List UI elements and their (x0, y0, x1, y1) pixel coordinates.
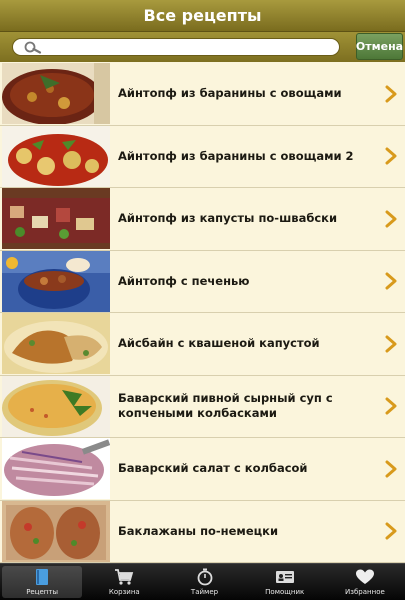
recipe-row[interactable]: Айнтопф из баранины с овощами (0, 63, 405, 126)
sausage-salad-plate-image (2, 438, 110, 500)
tab-label: Корзина (108, 588, 140, 596)
contact-card-icon (275, 571, 294, 583)
tab-cart[interactable]: Корзина (84, 564, 164, 600)
recipe-list[interactable]: Айнтопф из баранины с овощами Айнтопф из… (0, 63, 405, 563)
chevron-right-icon (385, 335, 397, 353)
recipe-title: Айнтопф из капусты по-швабски (118, 211, 338, 226)
recipe-title: Баварский салат с колбасой (118, 461, 308, 476)
search-icon (24, 41, 42, 54)
tab-label: Помощник (265, 588, 305, 596)
stew-vegetables-dish-image (2, 125, 110, 187)
recipe-row[interactable]: Баварский пивной сырный суп с копчеными … (0, 375, 405, 438)
cancel-button[interactable]: Отмена (356, 33, 403, 60)
timer-icon (197, 568, 212, 586)
cabbage-stew-dish-image (2, 188, 110, 250)
chevron-right-icon (385, 460, 397, 478)
search-field[interactable] (12, 38, 340, 56)
tab-label: Таймер (190, 588, 219, 596)
page-title: Все рецепты (143, 6, 262, 25)
book-icon (36, 569, 49, 585)
search-bar (0, 32, 405, 62)
cart-icon (115, 569, 134, 585)
tab-bar: Рецепты Корзина Таймер Помощник Избранно… (0, 563, 405, 600)
recipe-row[interactable]: Айнтопф с печенью (0, 250, 405, 313)
baked-eggplant-dish-image (2, 500, 110, 562)
liver-stew-pot-image (2, 250, 110, 312)
recipe-row[interactable]: Айнтопф из баранины с овощами 2 (0, 125, 405, 188)
chevron-right-icon (385, 210, 397, 228)
recipe-row[interactable]: Баварский салат с колбасой (0, 438, 405, 501)
recipe-row[interactable]: Айнтопф из капусты по-швабски (0, 188, 405, 251)
cheese-soup-bowl-image (2, 375, 110, 437)
tab-recipes[interactable]: Рецепты (2, 566, 83, 598)
tab-timer[interactable]: Таймер (164, 564, 244, 600)
pork-knuckle-dish-image (2, 313, 110, 375)
chevron-right-icon (385, 85, 397, 103)
stew-dish-image (2, 63, 110, 125)
navigation-bar: Все рецепты (0, 0, 405, 32)
recipe-row[interactable]: Айсбайн с квашеной капустой (0, 313, 405, 376)
recipe-title: Айнтопф с печенью (118, 273, 250, 288)
chevron-right-icon (385, 522, 397, 540)
search-input[interactable] (13, 39, 339, 55)
tab-label: Избранное (345, 588, 385, 596)
chevron-right-icon (385, 272, 397, 290)
tab-favorites[interactable]: Избранное (325, 564, 405, 600)
recipe-title: Баварский пивной сырный суп с копчеными … (118, 391, 333, 421)
recipe-title: Айсбайн с квашеной капустой (118, 336, 320, 351)
recipe-row[interactable]: Баклажаны по-немецки (0, 500, 405, 563)
heart-icon (355, 569, 374, 584)
recipe-title: Баклажаны по-немецки (118, 523, 279, 538)
recipe-title: Айнтопф из баранины с овощами (118, 86, 342, 101)
chevron-right-icon (385, 147, 397, 165)
chevron-right-icon (385, 397, 397, 415)
tab-label: Рецепты (26, 588, 58, 596)
tab-helper[interactable]: Помощник (245, 564, 325, 600)
recipe-title: Айнтопф из баранины с овощами 2 (118, 148, 354, 163)
